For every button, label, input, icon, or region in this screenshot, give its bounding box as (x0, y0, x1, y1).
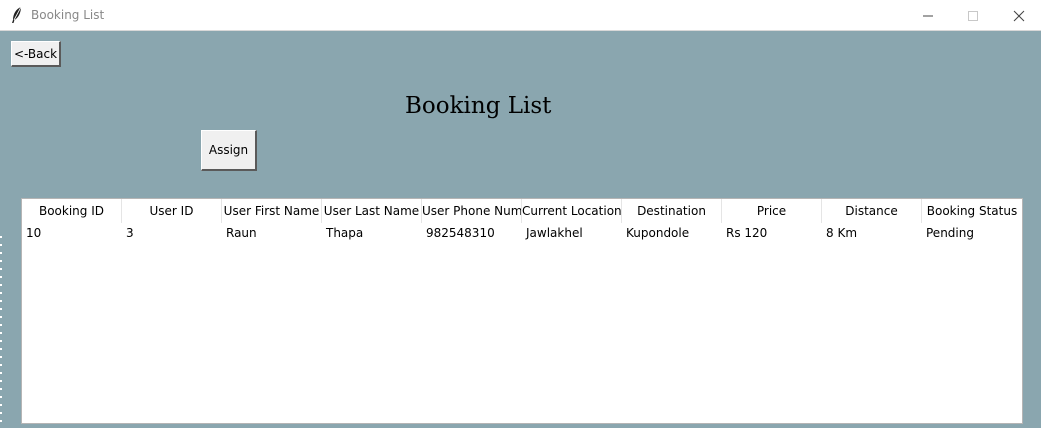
column-header-current-location[interactable]: Current Location (522, 199, 622, 223)
maximize-button[interactable] (950, 0, 996, 30)
booking-list-window: Booking List <-Back Booking List Assign … (0, 0, 1041, 428)
column-header-booking-status[interactable]: Booking Status (922, 199, 1022, 223)
column-header-booking-id[interactable]: Booking ID (22, 199, 122, 223)
column-header-price[interactable]: Price (722, 199, 822, 223)
column-header-user-id[interactable]: User ID (122, 199, 222, 223)
close-icon (1013, 10, 1025, 22)
window-title: Booking List (31, 8, 105, 22)
cell-user-first-name: Raun (226, 226, 257, 240)
minimize-button[interactable] (905, 0, 951, 30)
table-row[interactable]: 10 3 Raun Thapa 982548310 Jawlakhel Kupo… (22, 223, 1022, 243)
maximize-icon (968, 11, 978, 21)
cell-user-last-name: Thapa (326, 226, 364, 240)
column-header-distance[interactable]: Distance (822, 199, 922, 223)
table-header: Booking ID User ID User First Name User … (22, 199, 1022, 223)
cell-distance: 8 Km (826, 226, 858, 240)
page-title: Booking List (405, 93, 552, 119)
column-header-user-last-name[interactable]: User Last Name (322, 199, 422, 223)
title-bar[interactable]: Booking List (0, 0, 1041, 31)
cell-booking-id: 10 (26, 226, 42, 240)
cell-current-location: Jawlakhel (526, 226, 583, 240)
assign-button[interactable]: Assign (201, 130, 257, 171)
cell-price: Rs 120 (726, 226, 768, 240)
close-button[interactable] (996, 0, 1041, 30)
minimize-icon (923, 15, 933, 17)
feather-icon (10, 6, 24, 24)
booking-table[interactable]: Booking ID User ID User First Name User … (21, 198, 1023, 424)
column-header-destination[interactable]: Destination (622, 199, 722, 223)
cell-destination: Kupondole (626, 226, 690, 240)
cell-user-phone-number: 982548310 (426, 226, 495, 240)
back-button[interactable]: <-Back (11, 41, 61, 67)
cell-user-id: 3 (126, 226, 134, 240)
column-header-user-first-name[interactable]: User First Name (222, 199, 322, 223)
column-header-user-phone-number[interactable]: User Phone Numl (422, 199, 522, 223)
cell-booking-status: Pending (926, 226, 974, 240)
window-edge-divider (0, 230, 2, 428)
